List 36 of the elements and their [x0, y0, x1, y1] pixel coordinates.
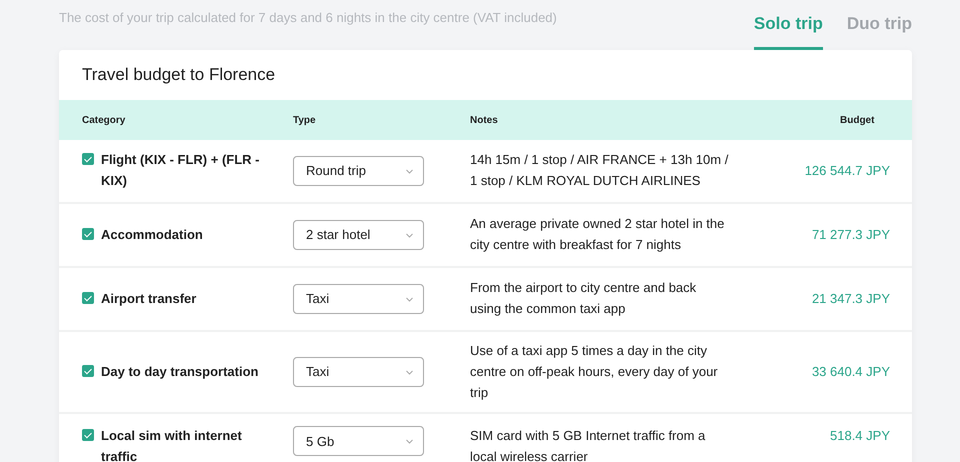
category-label: Airport transfer [101, 290, 196, 308]
checkbox[interactable] [82, 429, 94, 442]
type-dropdown[interactable]: 2 star hotel [293, 220, 424, 250]
category-label: Local sim with internet traffic [101, 427, 243, 462]
category-label: Day to day transportation [101, 362, 258, 381]
category-label: Accommodation [101, 226, 203, 244]
notes-text: From the airport to city centre and back using the common taxi app [470, 279, 698, 318]
checkbox[interactable] [82, 292, 94, 304]
checkbox[interactable] [82, 228, 94, 240]
column-header: Type [293, 114, 317, 128]
notes-text: 14h 15m / 1 stop / AIR FRANCE + 13h 10m / 1 stop / KLM ROYAL DUTCH AIRLINES [470, 151, 730, 190]
caret-icon [406, 370, 413, 375]
trip-summary-text: The cost of your trip calculated for 7 days and 6 nights in the city centre (VAT included) [59, 9, 557, 27]
budget-amount: 518.4 JPY [829, 427, 891, 446]
notes-text: An average private owned 2 star hotel in the city centre with breakfast for 7 nights [470, 215, 726, 254]
checkbox[interactable] [82, 364, 94, 377]
column-header: Budget [839, 114, 876, 128]
category-label: Flight (KIX - FLR) + (FLR - KIX) [101, 151, 260, 190]
caret-icon [406, 438, 413, 444]
checkbox[interactable] [82, 153, 94, 166]
budget-amount: 33 640.4 JPY [810, 363, 891, 382]
caret-icon [406, 232, 413, 238]
column-header: Notes [470, 114, 499, 128]
caret-icon [406, 296, 413, 302]
type-dropdown[interactable]: Taxi [293, 284, 424, 314]
budget-amount: 126 544.7 JPY [804, 162, 891, 180]
budget-amount: 71 277.3 JPY [810, 226, 891, 244]
type-dropdown[interactable]: 5 Gb [293, 426, 424, 456]
notes-text: Use of a taxi app 5 times a day in the city centre on off-peak hours, every day of your trip [470, 342, 719, 402]
caret-icon [406, 168, 413, 174]
budget-amount: 21 347.3 JPY [810, 290, 891, 308]
card-title: Travel budget to Florence [81, 64, 276, 86]
notes-text: SIM card with 5 GB Internet traffic from a local wireless carrier [470, 427, 706, 462]
column-header: Category [81, 114, 126, 128]
type-dropdown[interactable]: Round trip [293, 156, 424, 186]
type-dropdown[interactable]: Taxi [293, 357, 424, 388]
